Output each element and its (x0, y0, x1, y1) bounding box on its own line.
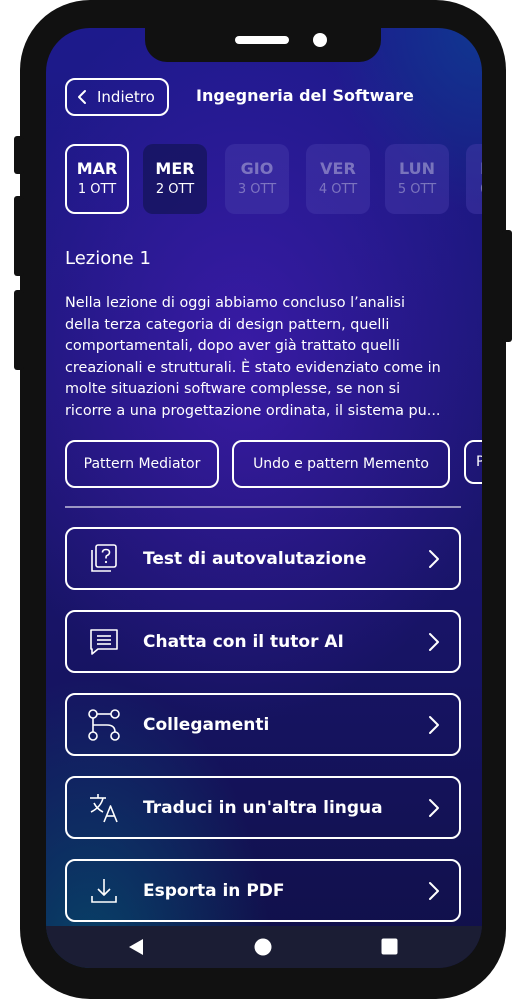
lesson-summary-line: molte situazioni software complesse, se … (65, 381, 401, 398)
action-label: Collegamenti (143, 714, 270, 735)
day-name: M (480, 159, 482, 179)
chat-icon (90, 629, 118, 655)
action-label: Traduci in un'altra lingua (143, 797, 383, 818)
chevron-right-icon (429, 882, 439, 900)
action-label: Chatta con il tutor AI (143, 631, 344, 652)
self-assessment-button[interactable]: Test di autovalutazione (65, 527, 461, 590)
day-date: 3 OTT (237, 182, 277, 197)
day-date: 1 OTT (77, 182, 117, 197)
day-name: MAR (76, 159, 118, 178)
quiz-icon (91, 544, 117, 572)
day-tab-partial[interactable]: M 6 (466, 144, 482, 214)
connections-button[interactable]: Collegamenti (65, 693, 461, 756)
app-screen: Indietro Ingegneria del Software MAR 1 O… (46, 28, 482, 968)
day-date: 2 OTT (155, 182, 195, 197)
day-date: 5 OTT (397, 182, 437, 197)
day-tab-mer[interactable]: MER 2 OTT (143, 144, 207, 214)
phone-side-button (14, 136, 24, 174)
day-selector: MAR 1 OTT MER 2 OTT GIO 3 OTT VER 4 OTT … (65, 144, 482, 216)
connections-icon (88, 709, 120, 741)
chevron-right-icon (429, 633, 439, 651)
phone-volume-up-button (14, 196, 24, 276)
speaker (235, 36, 289, 44)
day-name: VER (320, 159, 356, 178)
nav-back-icon[interactable] (127, 938, 145, 956)
page-title: Ingegneria del Software (196, 86, 414, 105)
lesson-summary: Nella lezione di oggi abbiamo concluso l… (65, 293, 469, 423)
translate-button[interactable]: Traduci in un'altra lingua (65, 776, 461, 839)
divider (65, 506, 461, 508)
action-label: Test di autovalutazione (143, 548, 367, 569)
ai-tutor-chat-button[interactable]: Chatta con il tutor AI (65, 610, 461, 673)
action-label: Esporta in PDF (143, 880, 285, 901)
lesson-summary-line: della terza categoria di design pattern,… (65, 316, 390, 333)
day-name: MER (155, 159, 195, 178)
day-name: GIO (240, 159, 274, 178)
day-name: LUN (398, 159, 435, 178)
day-tab-ver[interactable]: VER 4 OTT (306, 144, 370, 214)
back-button-label: Indietro (97, 88, 155, 106)
nav-home-icon[interactable] (254, 938, 272, 956)
day-tab-lun[interactable]: LUN 5 OTT (385, 144, 449, 214)
topic-chip[interactable]: P (464, 440, 482, 484)
day-date: 4 OTT (318, 182, 358, 197)
export-pdf-button[interactable]: Esporta in PDF (65, 859, 461, 922)
lesson-summary-line: comportamentali, dopo aver già trattato … (65, 338, 400, 355)
lesson-summary-line: creazionali e strutturali. È stato evide… (65, 359, 441, 376)
topic-chip[interactable]: Pattern Mediator (65, 440, 219, 488)
notch (145, 28, 381, 62)
day-tab-mar[interactable]: MAR 1 OTT (65, 144, 129, 214)
translate-icon (90, 794, 118, 823)
front-camera (313, 33, 327, 47)
download-icon (91, 879, 117, 903)
lesson-title: Lezione 1 (65, 248, 151, 269)
day-tab-gio[interactable]: GIO 3 OTT (225, 144, 289, 214)
chevron-right-icon (429, 550, 439, 568)
chevron-right-icon (429, 799, 439, 817)
back-button[interactable]: Indietro (65, 78, 169, 116)
topic-chip[interactable]: Undo e pattern Memento (232, 440, 450, 488)
phone-power-button (502, 230, 512, 342)
nav-recents-icon[interactable] (381, 938, 398, 955)
chevron-right-icon (429, 716, 439, 734)
chevron-left-icon (78, 90, 86, 104)
lesson-summary-line: ricorre a una progettazione ordinata, il… (65, 402, 441, 419)
system-navigation-bar (46, 926, 482, 968)
day-date: 6 (480, 181, 482, 199)
topic-chips: Pattern Mediator Undo e pattern Memento … (65, 440, 482, 488)
lesson-summary-line: Nella lezione di oggi abbiamo concluso l… (65, 295, 405, 311)
phone-volume-down-button (14, 290, 24, 370)
